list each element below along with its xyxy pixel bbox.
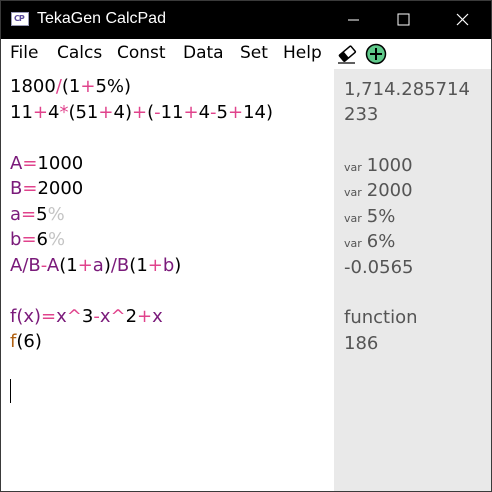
editor-line-5: a=5% (10, 204, 65, 225)
minimize-icon (348, 19, 359, 21)
menu-file[interactable]: File (10, 43, 38, 63)
result-5: var 5% (344, 206, 396, 227)
result-3: var 1000 (344, 155, 413, 176)
menu-data[interactable]: Data (183, 43, 224, 63)
title-bar: CP TekaGen CalcPad (1, 1, 491, 39)
result-9: 186 (344, 333, 379, 354)
result-1: 1,714.285714 (344, 79, 470, 100)
maximize-button[interactable] (377, 1, 423, 39)
var-tag: var (344, 237, 362, 250)
result-7: -0.0565 (344, 257, 414, 278)
close-button[interactable] (437, 1, 483, 39)
minimize-button[interactable] (329, 1, 375, 39)
add-circle-icon (365, 43, 387, 65)
var-tag: var (344, 212, 362, 225)
var-tag: var (344, 186, 362, 199)
menu-bar: File Calcs Const Data Set Help (1, 39, 491, 69)
window-title: TekaGen CalcPad (37, 10, 166, 27)
result-2: 233 (344, 104, 379, 125)
editor-line-1: 1800/(1+5%) (10, 76, 132, 97)
results-panel: 1,714.285714 233 var 1000 var 2000 var 5% v… (334, 69, 491, 491)
eraser-button[interactable] (335, 43, 359, 69)
result-6: var 6% (344, 231, 396, 252)
editor-line-6: b=6% (10, 229, 66, 250)
eraser-icon (338, 45, 357, 64)
editor-line-4: B=2000 (10, 178, 84, 199)
editor-line-3: A=1000 (10, 153, 84, 174)
var-tag: var (344, 161, 362, 174)
result-4: var 2000 (344, 180, 413, 201)
maximize-icon (397, 13, 410, 26)
editor-line-2: 11+4*(51+4)+(-11+4-5+14) (10, 102, 274, 123)
app-window: CP TekaGen CalcPad File Calcs Const Data… (0, 0, 492, 492)
editor-line-9: f(6) (10, 331, 42, 352)
text-caret (10, 379, 11, 403)
expression-editor[interactable]: 1800/(1+5%) 11+4*(51+4)+(-11+4-5+14) A=1… (1, 69, 334, 491)
result-8: function (344, 307, 418, 328)
menu-const[interactable]: Const (117, 43, 166, 63)
app-logo: CP (11, 12, 29, 26)
menu-calcs[interactable]: Calcs (57, 43, 102, 63)
editor-line-8: f(x)=x^3-x^2+x (10, 306, 163, 327)
menu-help[interactable]: Help (283, 43, 322, 63)
menu-set[interactable]: Set (240, 43, 268, 63)
app-logo-text: CP (14, 14, 25, 23)
add-button[interactable] (365, 43, 387, 69)
editor-line-7: A/B-A(1+a)/B(1+b) (10, 255, 182, 276)
close-icon (456, 13, 469, 26)
